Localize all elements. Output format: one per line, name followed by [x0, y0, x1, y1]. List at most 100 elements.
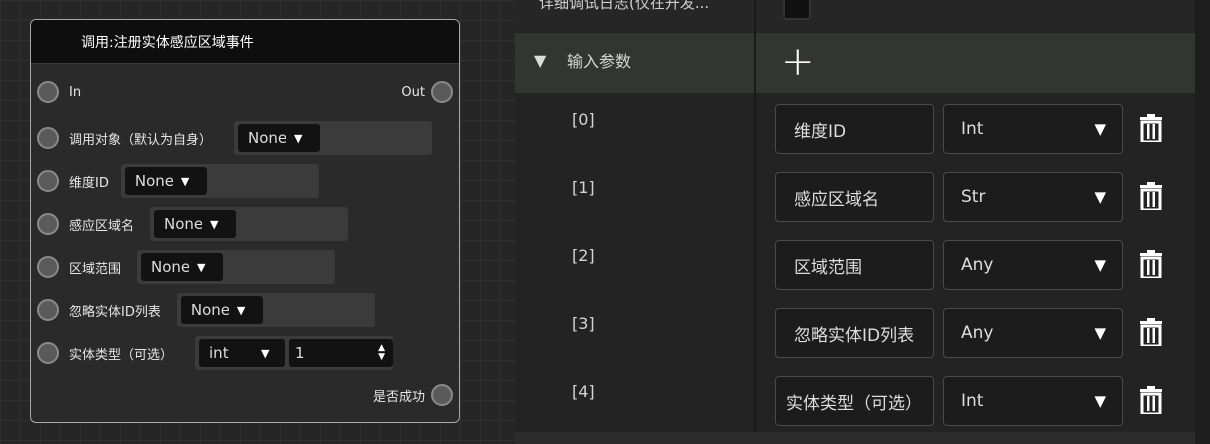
input-field: None ▼ [137, 250, 336, 284]
debug-log-row: 详细调试日志(仅在开发... [515, 0, 1195, 32]
input-pin[interactable] [37, 127, 59, 149]
param-type-dropdown[interactable]: Any ▼ [943, 240, 1123, 290]
triangle-down-icon: ▼ [1094, 392, 1106, 410]
input-row: 调用对象（默认为自身） None ▼ [37, 121, 433, 155]
exec-out-label: Out [401, 84, 425, 100]
input-field: None ▼ [176, 293, 375, 327]
param-type-dropdown[interactable]: Int ▼ [943, 104, 1123, 154]
triangle-down-icon: ▼ [236, 303, 246, 317]
param-type-value: Str [961, 187, 986, 207]
triangle-down-icon: ▼ [294, 131, 303, 145]
trash-icon[interactable] [1139, 250, 1163, 278]
exec-in-pin[interactable] [37, 81, 59, 103]
param-name-input[interactable]: 感应区域名 [775, 172, 934, 222]
exec-out-row: Out [401, 81, 453, 103]
triangle-down-icon: ▼ [261, 346, 270, 360]
graph-canvas[interactable]: 调用:注册实体感应区域事件 In Out 调用对象（默认为自身） None ▼ … [0, 0, 515, 444]
param-type-dropdown[interactable]: Str ▼ [943, 172, 1123, 222]
type-dropdown[interactable]: int ▼ [199, 339, 286, 367]
panel-scrollbar[interactable] [1195, 0, 1210, 444]
value-dropdown[interactable]: None ▼ [141, 253, 224, 281]
input-field: None ▼ [234, 121, 433, 155]
triangle-down-icon: ▼ [1094, 188, 1106, 206]
input-pin[interactable] [37, 299, 59, 321]
debug-log-label: 详细调试日志(仅在开发... [539, 0, 710, 12]
param-name-input[interactable]: 区域范围 [775, 240, 934, 290]
param-index: [0] [572, 110, 595, 129]
exec-out-pin[interactable] [431, 81, 453, 103]
number-spinner[interactable]: 1 ▲ ▼ [289, 339, 394, 367]
param-row: [1] 感应区域名 Str ▼ [515, 162, 1195, 230]
value-dropdown[interactable]: None ▼ [154, 210, 237, 238]
input-label: 感应区域名 [69, 218, 135, 234]
param-type-value: Int [961, 391, 984, 411]
input-label: 实体类型（可选） [69, 347, 174, 363]
function-node[interactable]: 调用:注册实体感应区域事件 In Out 调用对象（默认为自身） None ▼ … [30, 19, 460, 423]
input-row: 实体类型（可选） int ▼ 1 ▲ ▼ [37, 336, 394, 370]
param-index: [3] [572, 314, 595, 333]
exec-in-row: In [37, 81, 81, 103]
output-label: 是否成功 [372, 389, 425, 405]
debug-log-checkbox[interactable] [783, 0, 811, 20]
input-field: int ▼ 1 ▲ ▼ [195, 336, 394, 370]
triangle-down-icon: ▼ [180, 174, 190, 188]
dropdown-value: None [190, 301, 229, 319]
input-label: 忽略实体ID列表 [69, 304, 161, 320]
param-type-dropdown[interactable]: Int ▼ [943, 376, 1123, 426]
input-pin[interactable] [37, 170, 59, 192]
param-type-value: Int [961, 119, 984, 139]
param-row: [3] 忽略实体ID列表 Any ▼ [515, 298, 1195, 366]
triangle-down-icon: ▼ [210, 217, 219, 231]
plus-icon[interactable]: + [781, 39, 815, 85]
input-label: 维度ID [69, 175, 109, 191]
value-dropdown[interactable]: None ▼ [180, 296, 263, 324]
dropdown-value: None [134, 172, 173, 190]
output-pin[interactable] [431, 384, 453, 406]
param-type-value: Any [961, 323, 994, 343]
param-row: [2] 区域范围 Any ▼ [515, 230, 1195, 298]
trash-icon[interactable] [1139, 318, 1163, 346]
triangle-down-icon: ▼ [1094, 324, 1106, 342]
input-field: None ▼ [120, 164, 319, 198]
collapse-triangle-icon[interactable]: ▼ [534, 51, 546, 70]
param-name-input[interactable]: 忽略实体ID列表 [775, 308, 934, 358]
column-divider [754, 0, 756, 444]
trash-icon[interactable] [1139, 386, 1163, 414]
trash-icon[interactable] [1139, 114, 1163, 142]
param-index: [1] [572, 178, 595, 197]
spinner-value: 1 [295, 344, 305, 362]
param-name-input[interactable]: 实体类型（可选） [775, 376, 934, 426]
section-title: 输入参数 [567, 52, 632, 71]
value-dropdown[interactable]: None ▼ [124, 167, 207, 195]
input-row: 忽略实体ID列表 None ▼ [37, 293, 375, 327]
param-index: [4] [572, 382, 595, 401]
param-type-dropdown[interactable]: Any ▼ [943, 308, 1123, 358]
input-params-header[interactable]: ▼ 输入参数 + [515, 33, 1195, 93]
input-field: None ▼ [150, 207, 349, 241]
node-title: 调用:注册实体感应区域事件 [31, 20, 459, 64]
param-type-value: Any [961, 255, 994, 275]
exec-in-label: In [69, 84, 82, 100]
up-down-arrows-icon[interactable]: ▲ ▼ [378, 344, 385, 362]
param-index: [2] [572, 246, 595, 265]
input-row: 区域范围 None ▼ [37, 250, 336, 284]
triangle-down-icon: ▼ [1094, 256, 1106, 274]
param-name-input[interactable]: 维度ID [775, 104, 934, 154]
properties-panel: 详细调试日志(仅在开发... ▼ 输入参数 + [0] 维度ID Int ▼ [… [515, 0, 1210, 444]
dropdown-value: None [151, 258, 190, 276]
input-pin[interactable] [37, 256, 59, 278]
param-row: [4] 实体类型（可选） Int ▼ [515, 366, 1195, 434]
input-pin[interactable] [37, 342, 59, 364]
input-row: 感应区域名 None ▼ [37, 207, 349, 241]
triangle-down-icon: ▼ [197, 260, 206, 274]
value-dropdown[interactable]: None ▼ [238, 124, 321, 152]
dropdown-value: int [209, 344, 229, 362]
input-label: 调用对象（默认为自身） [69, 132, 213, 148]
input-row: 维度ID None ▼ [37, 164, 319, 198]
param-row: [0] 维度ID Int ▼ [515, 94, 1195, 162]
trash-icon[interactable] [1139, 182, 1163, 210]
input-label: 区域范围 [69, 261, 122, 277]
dropdown-value: None [164, 215, 203, 233]
panel-bottom-bar [515, 432, 1195, 444]
input-pin[interactable] [37, 213, 59, 235]
